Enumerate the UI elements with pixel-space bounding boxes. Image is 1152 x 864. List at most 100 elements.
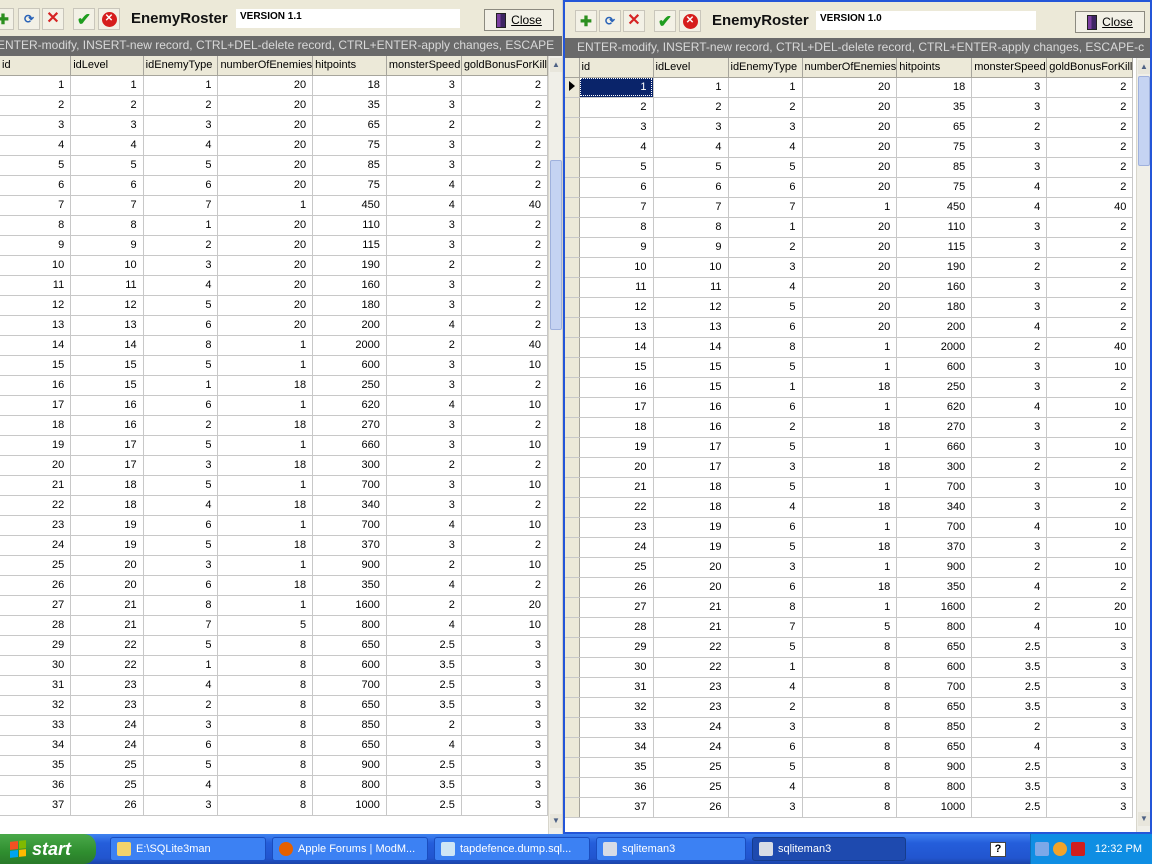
cell-hitpoints[interactable]: 340 bbox=[896, 497, 973, 518]
cell-monsterSpeed[interactable]: 2 bbox=[971, 597, 1048, 618]
cell-id[interactable]: 35 bbox=[579, 757, 654, 778]
cell-monsterSpeed[interactable]: 3 bbox=[386, 95, 462, 116]
cell-goldBonusForKill[interactable]: 40 bbox=[1046, 337, 1134, 358]
cell-idLevel[interactable]: 9 bbox=[70, 235, 144, 256]
cell-id[interactable]: 1 bbox=[579, 77, 654, 98]
cell-id[interactable]: 4 bbox=[579, 137, 654, 158]
start-button[interactable]: start bbox=[0, 834, 96, 864]
cell-id[interactable]: 28 bbox=[579, 617, 654, 638]
cell-id[interactable]: 18 bbox=[0, 415, 72, 436]
refresh-button[interactable]: ⟳ bbox=[599, 10, 621, 32]
table-row[interactable]: 21 18 5 1 700 3 10 bbox=[0, 475, 548, 496]
cell-hitpoints[interactable]: 75 bbox=[896, 137, 973, 158]
cell-numberOfEnemies[interactable]: 1 bbox=[802, 557, 898, 578]
cell-goldBonusForKill[interactable]: 2 bbox=[1046, 177, 1134, 198]
cell-hitpoints[interactable]: 450 bbox=[312, 195, 387, 216]
cell-numberOfEnemies[interactable]: 20 bbox=[217, 115, 314, 136]
table-row[interactable]: 4 4 4 20 75 3 2 bbox=[565, 137, 1134, 158]
table-row[interactable]: 15 15 5 1 600 3 10 bbox=[565, 357, 1134, 378]
cell-idEnemyType[interactable]: 3 bbox=[728, 257, 803, 278]
column-header-idLevel[interactable]: idLevel bbox=[70, 56, 144, 76]
cell-idEnemyType[interactable]: 3 bbox=[143, 455, 219, 476]
cell-monsterSpeed[interactable]: 3 bbox=[971, 297, 1048, 318]
cell-goldBonusForKill[interactable]: 2 bbox=[461, 95, 548, 116]
cell-id[interactable]: 27 bbox=[579, 597, 654, 618]
cell-numberOfEnemies[interactable]: 20 bbox=[802, 97, 898, 118]
cell-goldBonusForKill[interactable]: 3 bbox=[1046, 777, 1134, 798]
cell-monsterSpeed[interactable]: 2 bbox=[386, 335, 462, 356]
table-row[interactable]: 31 23 4 8 700 2.5 3 bbox=[565, 677, 1134, 698]
cell-id[interactable]: 33 bbox=[579, 717, 654, 738]
cell-numberOfEnemies[interactable]: 8 bbox=[802, 657, 898, 678]
cell-id[interactable]: 15 bbox=[0, 355, 72, 376]
cell-monsterSpeed[interactable]: 3.5 bbox=[971, 657, 1048, 678]
taskbar-item-firefox[interactable]: Apple Forums | ModM... bbox=[272, 837, 428, 861]
column-header-goldBonusForKill[interactable]: goldBonusForKill bbox=[461, 56, 548, 76]
cell-hitpoints[interactable]: 600 bbox=[896, 657, 973, 678]
cell-hitpoints[interactable]: 620 bbox=[896, 397, 973, 418]
cell-idEnemyType[interactable]: 5 bbox=[143, 295, 219, 316]
cell-goldBonusForKill[interactable]: 3 bbox=[461, 715, 548, 736]
cell-numberOfEnemies[interactable]: 1 bbox=[802, 397, 898, 418]
cell-idEnemyType[interactable]: 7 bbox=[143, 195, 219, 216]
table-row[interactable]: 1 1 1 20 18 3 2 bbox=[0, 75, 548, 96]
cell-id[interactable]: 9 bbox=[579, 237, 654, 258]
cell-idLevel[interactable]: 16 bbox=[653, 397, 729, 418]
cell-numberOfEnemies[interactable]: 20 bbox=[217, 255, 314, 276]
table-row[interactable]: 19 17 5 1 660 3 10 bbox=[0, 435, 548, 456]
cell-monsterSpeed[interactable]: 3 bbox=[386, 435, 462, 456]
cell-id[interactable]: 24 bbox=[579, 537, 654, 558]
cell-goldBonusForKill[interactable]: 2 bbox=[461, 235, 548, 256]
cell-idEnemyType[interactable]: 2 bbox=[728, 417, 803, 438]
clock[interactable]: 12:32 PM bbox=[1095, 843, 1142, 855]
cell-id[interactable]: 8 bbox=[579, 217, 654, 238]
cell-numberOfEnemies[interactable]: 20 bbox=[802, 157, 898, 178]
cell-monsterSpeed[interactable]: 2 bbox=[386, 715, 462, 736]
cell-idEnemyType[interactable]: 1 bbox=[728, 657, 803, 678]
cell-goldBonusForKill[interactable]: 20 bbox=[461, 595, 548, 616]
cell-id[interactable]: 16 bbox=[579, 377, 654, 398]
cell-monsterSpeed[interactable]: 3 bbox=[971, 417, 1048, 438]
cell-monsterSpeed[interactable]: 2 bbox=[386, 115, 462, 136]
cell-idEnemyType[interactable]: 3 bbox=[728, 717, 803, 738]
cell-idLevel[interactable]: 9 bbox=[653, 237, 729, 258]
cell-idEnemyType[interactable]: 2 bbox=[728, 697, 803, 718]
cell-numberOfEnemies[interactable]: 20 bbox=[802, 117, 898, 138]
cell-id[interactable]: 36 bbox=[579, 777, 654, 798]
cell-monsterSpeed[interactable]: 2 bbox=[971, 557, 1048, 578]
cell-goldBonusForKill[interactable]: 10 bbox=[461, 555, 548, 576]
cell-goldBonusForKill[interactable]: 2 bbox=[1046, 377, 1134, 398]
cell-idLevel[interactable]: 22 bbox=[653, 657, 729, 678]
table-row[interactable]: 17 16 6 1 620 4 10 bbox=[565, 397, 1134, 418]
cell-id[interactable]: 10 bbox=[0, 255, 72, 276]
cell-id[interactable]: 14 bbox=[579, 337, 654, 358]
cell-hitpoints[interactable]: 18 bbox=[896, 77, 973, 98]
table-row[interactable]: 10 10 3 20 190 2 2 bbox=[0, 255, 548, 276]
cell-goldBonusForKill[interactable]: 2 bbox=[461, 455, 548, 476]
cell-monsterSpeed[interactable]: 4 bbox=[971, 397, 1048, 418]
row-selector[interactable] bbox=[565, 177, 580, 198]
cell-id[interactable]: 30 bbox=[579, 657, 654, 678]
cell-id[interactable]: 35 bbox=[0, 755, 72, 776]
cell-goldBonusForKill[interactable]: 2 bbox=[1046, 97, 1134, 118]
cell-hitpoints[interactable]: 75 bbox=[312, 135, 387, 156]
cell-numberOfEnemies[interactable]: 8 bbox=[802, 697, 898, 718]
row-selector[interactable] bbox=[565, 797, 580, 818]
add-record-button[interactable]: ✚ bbox=[0, 8, 14, 30]
cell-idEnemyType[interactable]: 2 bbox=[143, 695, 219, 716]
cell-idLevel[interactable]: 23 bbox=[653, 697, 729, 718]
table-row[interactable]: 13 13 6 20 200 4 2 bbox=[0, 315, 548, 336]
cell-idLevel[interactable]: 17 bbox=[653, 437, 729, 458]
cell-numberOfEnemies[interactable]: 1 bbox=[802, 337, 898, 358]
cell-goldBonusForKill[interactable]: 3 bbox=[461, 775, 548, 796]
cell-monsterSpeed[interactable]: 2.5 bbox=[971, 757, 1048, 778]
cell-id[interactable]: 18 bbox=[579, 417, 654, 438]
cell-numberOfEnemies[interactable]: 1 bbox=[217, 595, 314, 616]
cell-id[interactable]: 17 bbox=[579, 397, 654, 418]
cell-goldBonusForKill[interactable]: 2 bbox=[461, 535, 548, 556]
cell-id[interactable]: 11 bbox=[579, 277, 654, 298]
table-row[interactable]: 5 5 5 20 85 3 2 bbox=[565, 157, 1134, 178]
cell-monsterSpeed[interactable]: 2.5 bbox=[971, 637, 1048, 658]
cell-numberOfEnemies[interactable]: 18 bbox=[802, 577, 898, 598]
cell-monsterSpeed[interactable]: 4 bbox=[971, 517, 1048, 538]
